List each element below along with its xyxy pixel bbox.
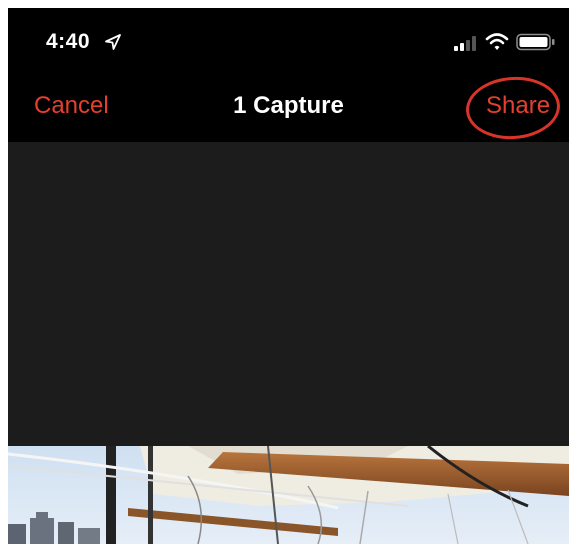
status-bar: 4:40	[8, 8, 569, 74]
captured-photo-thumbnail[interactable]	[8, 446, 569, 544]
navigation-bar: Cancel 1 Capture Share	[8, 73, 569, 143]
location-arrow-icon	[105, 34, 121, 50]
capture-preview-area	[8, 142, 569, 446]
status-time: 4:40	[46, 30, 91, 53]
cellular-signal-icon	[454, 36, 476, 51]
share-highlight-ring	[463, 73, 563, 143]
sailboat-photo	[8, 446, 569, 544]
battery-icon	[516, 33, 555, 51]
phone-screen: 4:40 Cancel 1 Capture Share	[8, 8, 569, 544]
wifi-icon	[485, 33, 509, 50]
